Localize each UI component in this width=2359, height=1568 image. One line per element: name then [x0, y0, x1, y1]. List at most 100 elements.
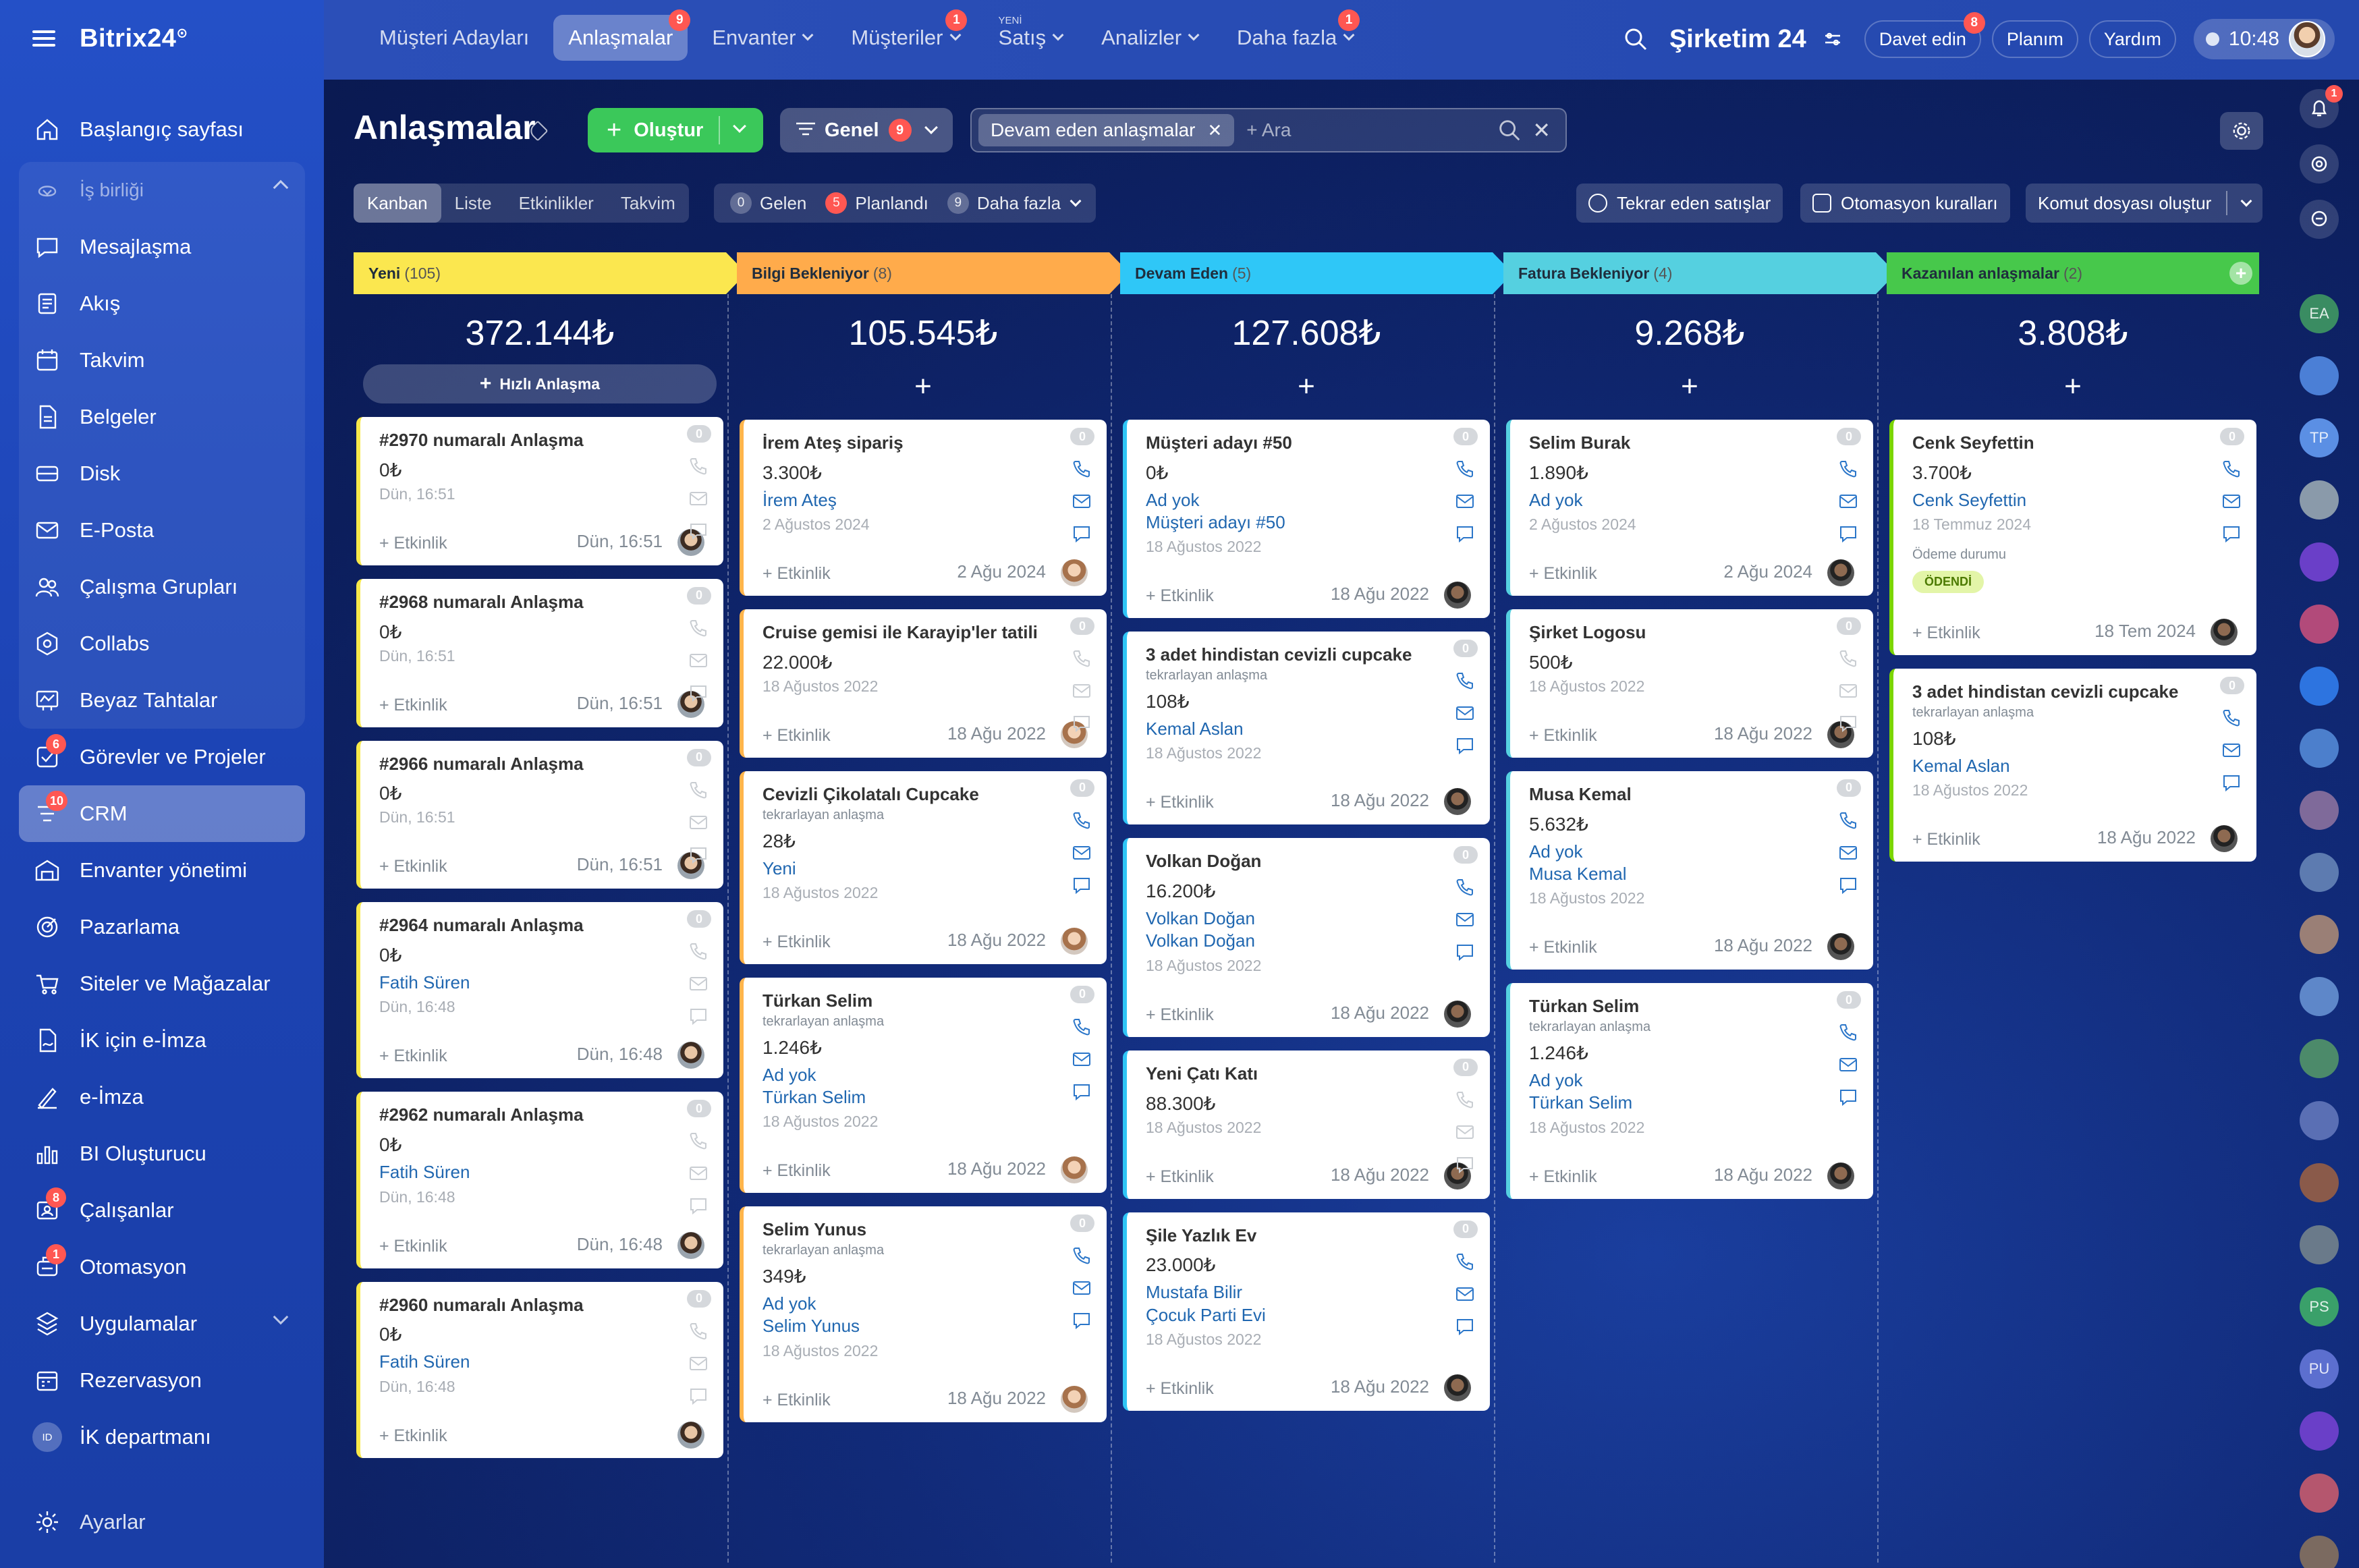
deal-title[interactable]: #2970 numaralı Anlaşma: [379, 429, 676, 452]
deal-title[interactable]: Selim Burak: [1529, 432, 1826, 455]
notifications-icon[interactable]: 1: [2300, 85, 2343, 128]
phone-icon[interactable]: [688, 780, 709, 800]
mail-icon[interactable]: [1455, 1284, 1475, 1304]
contact-avatar-target[interactable]: [2300, 542, 2339, 582]
deal-title[interactable]: Cenk Seyfettin: [1912, 432, 2209, 455]
deal-card[interactable]: Türkan Selim tekrarlayan anlaşma 1.246₺ Ad …: [740, 977, 1107, 1194]
worktime-clock[interactable]: 10:48: [2193, 19, 2335, 59]
view-kanban[interactable]: Kanban: [354, 184, 441, 223]
add-activity-link[interactable]: + Etkinlik: [762, 1161, 831, 1181]
responsible-avatar[interactable]: [677, 1042, 704, 1069]
mail-icon[interactable]: [1455, 491, 1475, 511]
sidebar-item-booking[interactable]: Rezervasyon: [19, 1352, 305, 1409]
add-activity-link[interactable]: + Etkinlik: [379, 1426, 447, 1446]
sidebar-item-disk[interactable]: Disk: [19, 445, 305, 502]
column-header[interactable]: Devam Eden (5): [1120, 252, 1513, 294]
sidebar-item-inventory[interactable]: Envanter yönetimi: [19, 842, 305, 899]
add-activity-link[interactable]: + Etkinlik: [1529, 726, 1597, 746]
sidebar-item-crm[interactable]: 10 CRM: [19, 785, 305, 842]
add-activity-link[interactable]: + Etkinlik: [762, 932, 831, 952]
responsible-avatar[interactable]: [1444, 582, 1471, 609]
chat-icon[interactable]: [1455, 942, 1475, 962]
phone-icon[interactable]: [1455, 459, 1475, 479]
plan-button[interactable]: Planım: [1991, 20, 2078, 58]
company-name[interactable]: Şirketim 24: [1669, 25, 1806, 54]
add-activity-link[interactable]: + Etkinlik: [1912, 623, 1980, 643]
user-avatar[interactable]: [2289, 21, 2325, 57]
phone-icon[interactable]: [1838, 1022, 1858, 1042]
deal-contact-link[interactable]: Kemal Aslan: [1912, 755, 2238, 777]
category-button[interactable]: Genel 9: [780, 108, 953, 152]
add-activity-link[interactable]: + Etkinlik: [1146, 1379, 1214, 1399]
deal-title[interactable]: Yeni Çatı Katı: [1146, 1063, 1443, 1086]
phone-icon[interactable]: [688, 618, 709, 638]
mail-icon[interactable]: [688, 650, 709, 671]
deal-card[interactable]: 3 adet hindistan cevizli cupcake tekrarla…: [1123, 632, 1490, 825]
deal-contact-link[interactable]: Fatih Süren: [379, 972, 704, 994]
sidebar-item-calendar[interactable]: Takvim: [19, 332, 305, 389]
deal-company-link[interactable]: Çocuk Parti Evi: [1146, 1304, 1471, 1326]
add-activity-link[interactable]: + Etkinlik: [379, 696, 447, 715]
responsible-avatar[interactable]: [1061, 927, 1088, 955]
contact-avatar-red[interactable]: [2300, 605, 2339, 644]
deal-card[interactable]: #2970 numaralı Anlaşma 0₺ Dün, 16:51 + Etki…: [356, 417, 723, 565]
responsible-avatar[interactable]: [1827, 559, 1854, 587]
deal-card[interactable]: 3 adet hindistan cevizli cupcake tekrarla…: [1889, 669, 2256, 862]
sidebar-item-hr-department[interactable]: ID İK departmanı: [19, 1409, 305, 1465]
add-activity-link[interactable]: + Etkinlik: [379, 1237, 447, 1256]
deal-company-link[interactable]: Volkan Doğan: [1146, 930, 1471, 952]
deal-title[interactable]: Şirket Logosu: [1529, 621, 1826, 644]
mail-icon[interactable]: [1072, 1278, 1092, 1298]
add-activity-link[interactable]: + Etkinlik: [762, 1391, 831, 1410]
add-activity-link[interactable]: + Etkinlik: [1529, 1167, 1597, 1187]
phone-icon[interactable]: [1072, 810, 1092, 831]
search-icon[interactable]: [1622, 26, 1649, 53]
search-input[interactable]: + Ara: [1246, 119, 1291, 141]
mail-icon[interactable]: [1072, 843, 1092, 863]
sidebar-item-hr-esign[interactable]: İK için e-İmza: [19, 1012, 305, 1069]
settings-button[interactable]: [2220, 112, 2263, 150]
chat-icon[interactable]: [688, 1386, 709, 1406]
deal-card[interactable]: Selim Burak 1.890₺ Ad yok 2 Ağustos 2024 + E…: [1506, 420, 1873, 596]
mail-icon[interactable]: [1455, 1122, 1475, 1142]
contact-avatar-tp[interactable]: TP: [2300, 418, 2339, 457]
contact-avatar-photo[interactable]: [2300, 480, 2339, 520]
deal-contact-link[interactable]: Ad yok: [1529, 489, 1854, 511]
deal-title[interactable]: #2962 numaralı Anlaşma: [379, 1104, 676, 1127]
deal-contact-link[interactable]: Fatih Süren: [379, 1161, 704, 1183]
mail-icon[interactable]: [688, 974, 709, 994]
mail-icon[interactable]: [1455, 909, 1475, 930]
sidebar-item-collabs[interactable]: Collabs: [19, 615, 305, 672]
tab-analytics[interactable]: Analizler: [1086, 15, 1213, 61]
sidebar-item-apps[interactable]: Uygulamalar: [19, 1295, 305, 1352]
deal-contact-link[interactable]: Ad yok: [1529, 1069, 1854, 1092]
deal-card[interactable]: Müşteri adayı #50 0₺ Ad yok Müşteri adayı #…: [1123, 420, 1490, 619]
add-deal-button[interactable]: +: [737, 363, 1109, 410]
mail-icon[interactable]: [1072, 491, 1092, 511]
create-button[interactable]: + Oluştur: [588, 108, 763, 152]
column-header[interactable]: Yeni (105): [354, 252, 746, 294]
mail-icon[interactable]: [2221, 740, 2242, 760]
deal-contact-link[interactable]: Ad yok: [1529, 841, 1854, 863]
contact-avatar-chat[interactable]: [2300, 356, 2339, 395]
deal-title[interactable]: #2968 numaralı Anlaşma: [379, 591, 676, 614]
mail-icon[interactable]: [1838, 843, 1858, 863]
column-header[interactable]: Bilgi Bekleniyor (8): [737, 252, 1130, 294]
deal-contact-link[interactable]: Ad yok: [1146, 489, 1471, 511]
phone-icon[interactable]: [1838, 648, 1858, 669]
phone-icon[interactable]: [2221, 708, 2242, 728]
deal-card[interactable]: #2962 numaralı Anlaşma 0₺ Fatih Süren Dün, …: [356, 1092, 723, 1268]
deal-card[interactable]: Yeni Çatı Katı 88.300₺ 18 Ağustos 2022 + Et…: [1123, 1050, 1490, 1199]
tab-customers[interactable]: Müşteriler 1: [836, 9, 974, 61]
add-deal-button[interactable]: +: [1120, 363, 1493, 410]
chat-icon[interactable]: [1072, 713, 1092, 733]
deal-card[interactable]: #2964 numaralı Anlaşma 0₺ Fatih Süren Dün, …: [356, 902, 723, 1079]
chat-icon[interactable]: [1838, 1087, 1858, 1107]
contact-avatar-person3[interactable]: [2300, 1163, 2339, 1202]
contact-avatar-target2[interactable]: [2300, 1411, 2339, 1451]
view-activities[interactable]: Etkinlikler: [505, 184, 607, 223]
deal-title[interactable]: İrem Ateş sipariş: [762, 432, 1059, 455]
deal-title[interactable]: Musa Kemal: [1529, 783, 1826, 806]
phone-icon[interactable]: [1838, 810, 1858, 831]
phone-icon[interactable]: [688, 456, 709, 476]
